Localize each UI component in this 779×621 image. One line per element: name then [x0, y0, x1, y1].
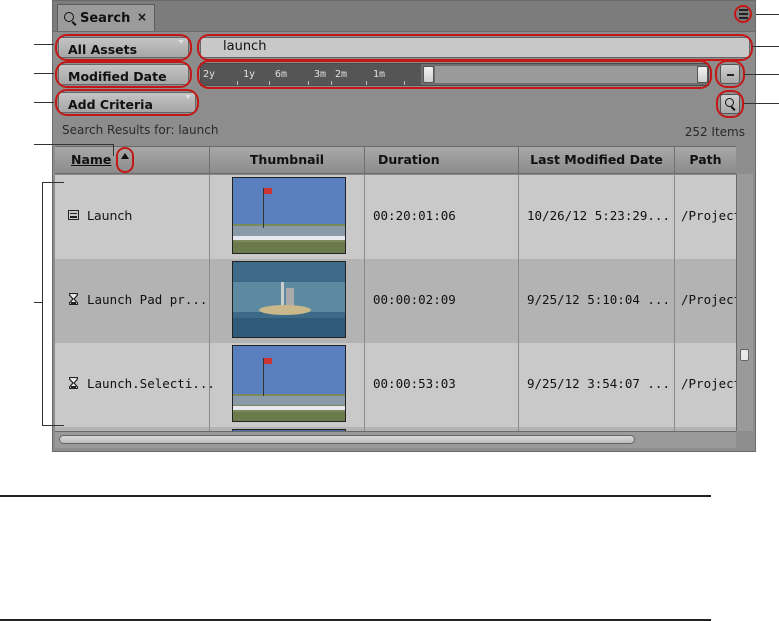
callout-line: [34, 44, 54, 45]
cell-name: Launch.Selecti...: [55, 343, 215, 427]
callout-line: [34, 144, 114, 145]
callout-ring-sort: [116, 147, 134, 173]
column-header-modified[interactable]: Last Modified Date: [519, 147, 675, 173]
cell-duration: 00:00:02:09: [365, 259, 519, 343]
horizontal-rule: [0, 619, 711, 621]
vertical-scroll-thumb[interactable]: [740, 349, 749, 361]
callout-line: [756, 14, 779, 15]
cell-modified: 10/26/12 5:23:29...: [519, 175, 675, 259]
callout-ring-slider: [197, 60, 712, 89]
cell-duration: 00:00:53:03: [365, 343, 519, 427]
table-row[interactable]: Launch Pad pr... 00:00:02:09 9/25/12 5:1…: [55, 259, 736, 343]
cell-path: /Project: [675, 259, 736, 343]
table-row[interactable]: Launch.Selecti... 00:00:53:03 9/25/12 3:…: [55, 343, 736, 427]
callout-bracket-top: [42, 182, 64, 183]
search-panel: Search × All Assets launch Modified Date…: [52, 0, 756, 452]
column-header-path[interactable]: Path: [675, 147, 736, 173]
horizontal-scrollbar[interactable]: [55, 431, 736, 448]
callout-ring-date: [55, 61, 192, 88]
row-modified: 9/25/12 3:54:07 ...: [527, 376, 670, 391]
items-count: 252 Items: [684, 125, 745, 139]
tab-close-button[interactable]: ×: [137, 10, 147, 24]
search-icon: [64, 12, 74, 22]
row-name: Launch Pad pr...: [87, 292, 208, 307]
callout-line: [34, 302, 42, 303]
callout-line: [744, 103, 779, 104]
row-path: /Project: [681, 376, 736, 391]
callout-ring-search: [716, 90, 744, 118]
hourglass-icon: [69, 293, 78, 305]
results-label: Search Results for: launch: [62, 123, 219, 137]
hamburger-menu-icon[interactable]: [734, 5, 752, 23]
callout-bracket: [42, 182, 43, 426]
cell-name: Launch Pad pr...: [55, 259, 210, 343]
callout-ring-scope: [55, 34, 192, 61]
results-table: Name Thumbnail Duration Last Modified Da…: [55, 146, 736, 431]
callout-line: [34, 73, 54, 74]
row-duration: 00:00:02:09: [373, 292, 456, 307]
cell-duration: 00:20:01:06: [365, 175, 519, 259]
vertical-scrollbar[interactable]: [736, 174, 753, 431]
callout-line: [113, 144, 114, 156]
callout-bracket-bottom: [42, 425, 64, 426]
row-path: /Project: [681, 292, 736, 307]
row-duration: 00:00:53:03: [373, 376, 456, 391]
table-row[interactable]: Launch 00:20:01:06 10/26/12 5:23:29... /…: [55, 175, 736, 259]
cell-thumbnail: [210, 343, 365, 427]
cell-thumbnail: [210, 175, 365, 259]
horizontal-rule: [0, 495, 711, 497]
horizontal-scroll-thumb[interactable]: [59, 435, 635, 444]
sequence-icon: [68, 210, 79, 220]
callout-line: [744, 74, 779, 75]
row-modified: 9/25/12 5:10:04 ...: [527, 292, 670, 307]
callout-ring-collapse: [715, 60, 745, 88]
row-name: Launch.Selecti...: [87, 376, 215, 391]
cell-name: Launch: [55, 175, 210, 259]
tab-bar: Search ×: [53, 1, 755, 32]
cell-path: /Project: [675, 343, 736, 427]
row-name: Launch: [87, 208, 133, 223]
table-header: Name Thumbnail Duration Last Modified Da…: [55, 146, 736, 174]
thumbnail-image: [232, 261, 346, 338]
cell-thumbnail: [210, 259, 365, 343]
cell-modified: 9/25/12 3:54:07 ...: [519, 343, 675, 427]
thumbnail-image: [232, 345, 346, 422]
tab-title: Search: [80, 11, 131, 26]
callout-ring-criteria: [55, 89, 199, 116]
callout-line: [752, 46, 779, 47]
cell-modified: 9/25/12 5:10:04 ...: [519, 259, 675, 343]
column-header-thumbnail[interactable]: Thumbnail: [210, 147, 365, 173]
row-modified: 10/26/12 5:23:29...: [527, 208, 670, 223]
callout-line: [34, 102, 54, 103]
column-header-duration[interactable]: Duration: [365, 147, 519, 173]
hourglass-icon: [69, 377, 78, 389]
cell-path: /Project: [675, 175, 736, 259]
thumbnail-image: [232, 177, 346, 254]
row-path: /Project: [681, 208, 736, 223]
tab-search[interactable]: Search ×: [57, 4, 155, 31]
callout-ring-query: [197, 34, 753, 61]
row-duration: 00:20:01:06: [373, 208, 456, 223]
